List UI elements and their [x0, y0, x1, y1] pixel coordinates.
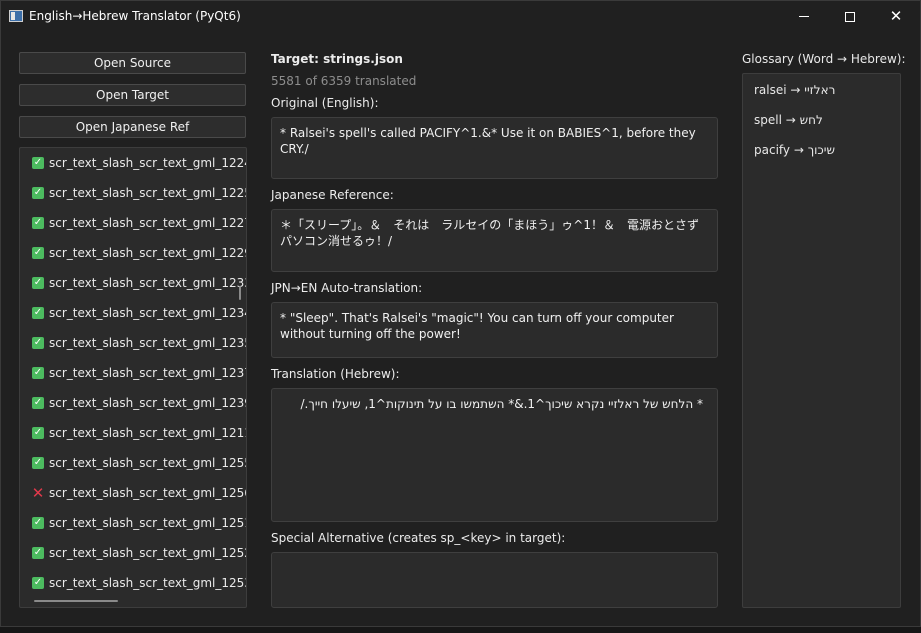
- list-item-label: scr_text_slash_scr_text_gml_1237_0: [49, 366, 247, 380]
- app-window: English→Hebrew Translator (PyQt6) ✕ Open…: [0, 0, 921, 627]
- special-alternative-label: Special Alternative (creates sp_<key> in…: [271, 531, 566, 545]
- auto-translation-field[interactable]: * "Sleep". That's Ralsei's "magic"! You …: [271, 302, 718, 358]
- japanese-label: Japanese Reference:: [271, 188, 394, 202]
- japanese-reference-field[interactable]: ＊「スリープ」。＆ それは ラルセイの「まほう」ゥ^1！＆ 電源おとさず パソコ…: [271, 209, 718, 272]
- open-target-button[interactable]: Open Target: [19, 84, 246, 106]
- list-item-label: scr_text_slash_scr_text_gml_1229_0: [49, 246, 247, 260]
- list-item-label: scr_text_slash_scr_text_gml_1253_0: [49, 576, 247, 590]
- list-item-label: scr_text_slash_scr_text_gml_1239_0: [49, 396, 247, 410]
- list-item-label: scr_text_slash_scr_text_gml_1224_0: [49, 156, 247, 170]
- check-icon: ✓: [32, 427, 44, 439]
- list-horizontal-scrollbar[interactable]: [34, 600, 118, 602]
- list-item-label: scr_text_slash_scr_text_gml_1252_0: [49, 546, 247, 560]
- list-item[interactable]: ✓ scr_text_slash_scr_text_gml_1235_0: [20, 328, 246, 358]
- list-item[interactable]: ✓ scr_text_slash_scr_text_gml_1251_0: [20, 508, 246, 538]
- maximize-button[interactable]: [827, 1, 873, 32]
- list-item-label: scr_text_slash_scr_text_gml_1251_0: [49, 516, 247, 530]
- close-icon: ✕: [889, 7, 903, 25]
- list-item-label: scr_text_slash_scr_text_gml_1233_0: [49, 276, 247, 290]
- glossary-item[interactable]: pacify → שיכוך: [754, 143, 835, 157]
- check-icon: ✓: [32, 517, 44, 529]
- translation-progress: 5581 of 6359 translated: [271, 74, 417, 88]
- check-icon: ✓: [32, 577, 44, 589]
- glossary-item[interactable]: spell → לחש: [754, 113, 823, 127]
- original-text-field[interactable]: * Ralsei's spell's called PACIFY^1.&* Us…: [271, 117, 718, 179]
- glossary-label: Glossary (Word → Hebrew):: [742, 52, 906, 66]
- app-icon: [9, 10, 23, 22]
- check-icon: ✓: [32, 157, 44, 169]
- title-bar: English→Hebrew Translator (PyQt6) ✕: [1, 1, 920, 32]
- list-item[interactable]: ✓ scr_text_slash_scr_text_gml_1225_0: [20, 178, 246, 208]
- check-icon: ✓: [32, 307, 44, 319]
- check-icon: ✓: [32, 277, 44, 289]
- list-item[interactable]: ✓ scr_text_slash_scr_text_gml_1229_0: [20, 238, 246, 268]
- hebrew-label: Translation (Hebrew):: [271, 367, 400, 381]
- check-icon: ✓: [32, 397, 44, 409]
- check-icon: ✓: [32, 187, 44, 199]
- list-item-label: scr_text_slash_scr_text_gml_1227_0: [49, 216, 247, 230]
- target-title: Target: strings.json: [271, 52, 403, 66]
- list-item-label: scr_text_slash_scr_text_gml_1256_0: [49, 486, 247, 500]
- list-item[interactable]: ✓ scr_text_slash_scr_text_gml_1255_0: [20, 448, 246, 478]
- list-item[interactable]: ✓ scr_text_slash_scr_text_gml_1253_0: [20, 568, 246, 598]
- string-key-list[interactable]: ✓ scr_text_slash_scr_text_gml_1224_0 ✓ s…: [19, 147, 247, 608]
- hebrew-translation-field[interactable]: * הלחש של ראלזיי נקרא שיכוך^1.&* השתמשו …: [271, 388, 718, 522]
- glossary-item[interactable]: ralsei → ראלזיי: [754, 83, 835, 97]
- list-item-label: scr_text_slash_scr_text_gml_1235_0: [49, 336, 247, 350]
- list-item[interactable]: ✓ scr_text_slash_scr_text_gml_1239_0: [20, 388, 246, 418]
- list-item-label: scr_text_slash_scr_text_gml_1211_0: [49, 426, 247, 440]
- list-item[interactable]: ✓ scr_text_slash_scr_text_gml_1211_0: [20, 418, 246, 448]
- list-item-label: scr_text_slash_scr_text_gml_1225_0: [49, 186, 247, 200]
- cross-icon: ✕: [31, 484, 45, 502]
- check-icon: ✓: [32, 457, 44, 469]
- check-icon: ✓: [32, 547, 44, 559]
- check-icon: ✓: [32, 337, 44, 349]
- glossary-list[interactable]: ralsei → ראלזיי spell → לחש pacify → שיכ…: [742, 73, 901, 608]
- minimize-icon: [799, 16, 809, 17]
- list-item[interactable]: ✓ scr_text_slash_scr_text_gml_1227_0: [20, 208, 246, 238]
- special-alternative-field[interactable]: [271, 552, 718, 608]
- list-item[interactable]: ✓ scr_text_slash_scr_text_gml_1237_0: [20, 358, 246, 388]
- list-item[interactable]: ✓ scr_text_slash_scr_text_gml_1234_0: [20, 298, 246, 328]
- open-japanese-ref-button[interactable]: Open Japanese Ref: [19, 116, 246, 138]
- window-title: English→Hebrew Translator (PyQt6): [29, 9, 241, 23]
- list-item-label: scr_text_slash_scr_text_gml_1255_0: [49, 456, 247, 470]
- list-item[interactable]: ✓ scr_text_slash_scr_text_gml_1233_0: [20, 268, 246, 298]
- list-item-label: scr_text_slash_scr_text_gml_1234_0: [49, 306, 247, 320]
- list-vertical-scrollbar[interactable]: [239, 286, 241, 300]
- list-item[interactable]: ✓ scr_text_slash_scr_text_gml_1252_0: [20, 538, 246, 568]
- original-label: Original (English):: [271, 96, 379, 110]
- desktop-strip: [0, 627, 921, 633]
- open-source-button[interactable]: Open Source: [19, 52, 246, 74]
- check-icon: ✓: [32, 247, 44, 259]
- maximize-icon: [845, 11, 855, 22]
- list-item[interactable]: ✓ scr_text_slash_scr_text_gml_1224_0: [20, 148, 246, 178]
- close-button[interactable]: ✕: [873, 1, 919, 32]
- check-icon: ✓: [32, 367, 44, 379]
- auto-translation-label: JPN→EN Auto-translation:: [271, 281, 423, 295]
- minimize-button[interactable]: [781, 1, 827, 32]
- check-icon: ✓: [32, 217, 44, 229]
- list-item[interactable]: ✕ scr_text_slash_scr_text_gml_1256_0: [20, 478, 246, 508]
